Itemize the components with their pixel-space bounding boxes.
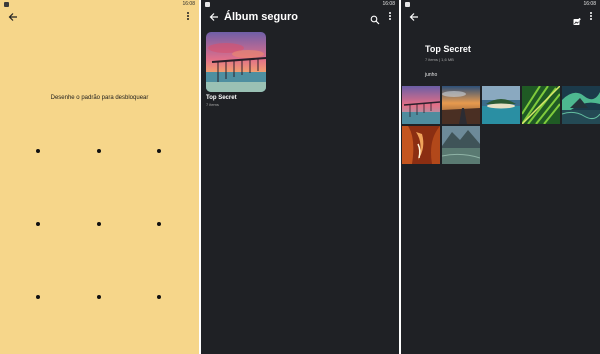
album-thumbnail[interactable] — [206, 32, 266, 92]
photo-thumbnail[interactable] — [402, 126, 440, 164]
notification-icon — [405, 2, 410, 7]
pattern-dot[interactable] — [36, 149, 40, 153]
status-time: 16:08 — [182, 1, 195, 7]
month-header: junho — [425, 72, 438, 78]
page-title: Álbum seguro — [224, 11, 298, 23]
more-options-icon[interactable] — [387, 12, 393, 22]
status-time: 16:08 — [382, 1, 395, 7]
pattern-dot[interactable] — [97, 149, 101, 153]
back-arrow-icon[interactable] — [209, 12, 219, 22]
add-photo-icon[interactable] — [573, 13, 581, 25]
pattern-lock-screen: 16:08 Desenhe o padrão para desbloquear — [0, 0, 199, 354]
pattern-dot[interactable] — [157, 222, 161, 226]
notification-icon — [205, 2, 210, 7]
album-item-count: 7 items — [206, 102, 219, 107]
album-meta: 7 items | 1,6 MB — [425, 57, 454, 62]
album-detail-screen: 16:08 Top Secret 7 items | 1,6 MB junho — [401, 0, 600, 354]
status-bar: 16:08 — [201, 0, 399, 9]
pattern-dot[interactable] — [157, 295, 161, 299]
album-title: Top Secret — [425, 44, 471, 54]
photo-thumbnail[interactable] — [442, 86, 480, 124]
pattern-dot[interactable] — [157, 149, 161, 153]
back-arrow-icon[interactable] — [8, 12, 18, 22]
unlock-prompt: Desenhe o padrão para desbloquear — [50, 95, 149, 101]
status-bar: 16:08 — [401, 0, 600, 9]
album-card[interactable]: Top Secret 7 items — [206, 32, 267, 107]
pattern-dot[interactable] — [36, 222, 40, 226]
secure-album-screen: 16:08 Álbum seguro Top Secret 7 items — [201, 0, 399, 354]
album-name: Top Secret — [206, 95, 237, 101]
pattern-dot[interactable] — [97, 222, 101, 226]
status-bar: 16:08 — [0, 0, 199, 9]
more-options-icon[interactable] — [185, 12, 191, 22]
more-options-icon[interactable] — [588, 12, 594, 22]
search-icon[interactable] — [370, 12, 380, 25]
back-arrow-icon[interactable] — [409, 12, 419, 22]
notification-icon — [4, 2, 9, 7]
photo-thumbnail[interactable] — [562, 86, 600, 124]
photo-thumbnail[interactable] — [522, 86, 560, 124]
photo-thumbnail[interactable] — [482, 86, 520, 124]
photo-thumbnail[interactable] — [402, 86, 440, 124]
pattern-dot[interactable] — [97, 295, 101, 299]
pattern-dot[interactable] — [36, 295, 40, 299]
photo-thumbnail[interactable] — [442, 126, 480, 164]
status-time: 16:08 — [583, 1, 596, 7]
